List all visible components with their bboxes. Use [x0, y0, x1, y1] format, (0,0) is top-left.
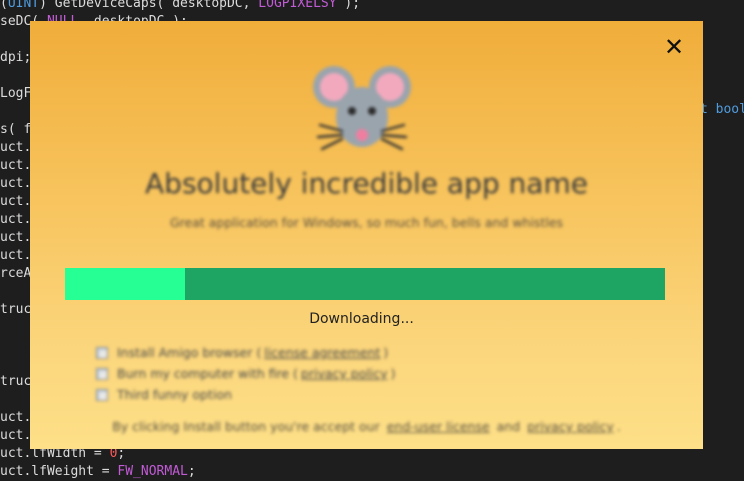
code-token: ) GetDeviceCaps( desktopDC, [39, 0, 259, 11]
download-progress-bar [65, 268, 665, 300]
code-token: UINT [7, 0, 40, 11]
paren-close: ) [383, 345, 389, 360]
code-token: ( [0, 0, 8, 11]
code-line: dpi; [0, 49, 31, 67]
option-label: Install Amigo browser [117, 345, 253, 360]
checkbox-icon[interactable] [96, 346, 108, 359]
checkbox-icon[interactable] [96, 388, 108, 401]
footer-prefix: By clicking Install button you're accept… [112, 419, 380, 434]
option-burn-computer[interactable]: Burn my computer with fire ( privacy pol… [96, 363, 395, 384]
code-line: (UINT) GetDeviceCaps( desktopDC, LOGPIXE… [0, 0, 360, 13]
app-subtitle: Great application for Windows, so much f… [169, 215, 564, 230]
code-line: uct.lfWeight = FW_NORMAL; [0, 463, 196, 481]
terms-footer: By clicking Install button you're accept… [30, 419, 703, 434]
privacy-policy-link[interactable]: privacy policy [301, 366, 388, 381]
code-token: uct.lfWeight = [0, 464, 118, 479]
code-token: dpi; [0, 50, 32, 65]
code-token: FW_NORMAL [117, 464, 188, 479]
code-fragment-right: t bool [700, 102, 744, 117]
progress-fill [65, 268, 185, 300]
code-token: LOGPIXELSY [258, 0, 337, 11]
license-agreement-link[interactable]: license agreement [264, 345, 380, 360]
option-label: Burn my computer with fire [117, 366, 290, 381]
code-token: ; [187, 464, 196, 479]
code-token: ); [336, 0, 361, 11]
paren-open: ( [289, 366, 298, 381]
app-title: Absolutely incredible app name [145, 167, 588, 200]
status-text: Downloading... [309, 311, 414, 327]
installer-dialog: ✕ Absolutely incredible app name Great a… [30, 21, 703, 449]
close-button[interactable]: ✕ [662, 33, 686, 61]
footer-suffix: . [616, 419, 621, 434]
eula-link[interactable]: end-user license [387, 419, 490, 434]
footer-and: and [496, 419, 521, 434]
footer-privacy-link[interactable]: privacy policy [527, 419, 614, 434]
option-install-amigo[interactable]: Install Amigo browser ( license agreemen… [96, 342, 395, 363]
option-third-funny[interactable]: Third funny option [96, 384, 395, 405]
paren-open: ( [252, 345, 262, 360]
mouse-icon [313, 66, 411, 151]
options-list: Install Amigo browser ( license agreemen… [96, 342, 395, 405]
checkbox-icon[interactable] [96, 367, 108, 380]
option-label: Third funny option [117, 387, 232, 402]
paren-close: ) [390, 366, 396, 381]
